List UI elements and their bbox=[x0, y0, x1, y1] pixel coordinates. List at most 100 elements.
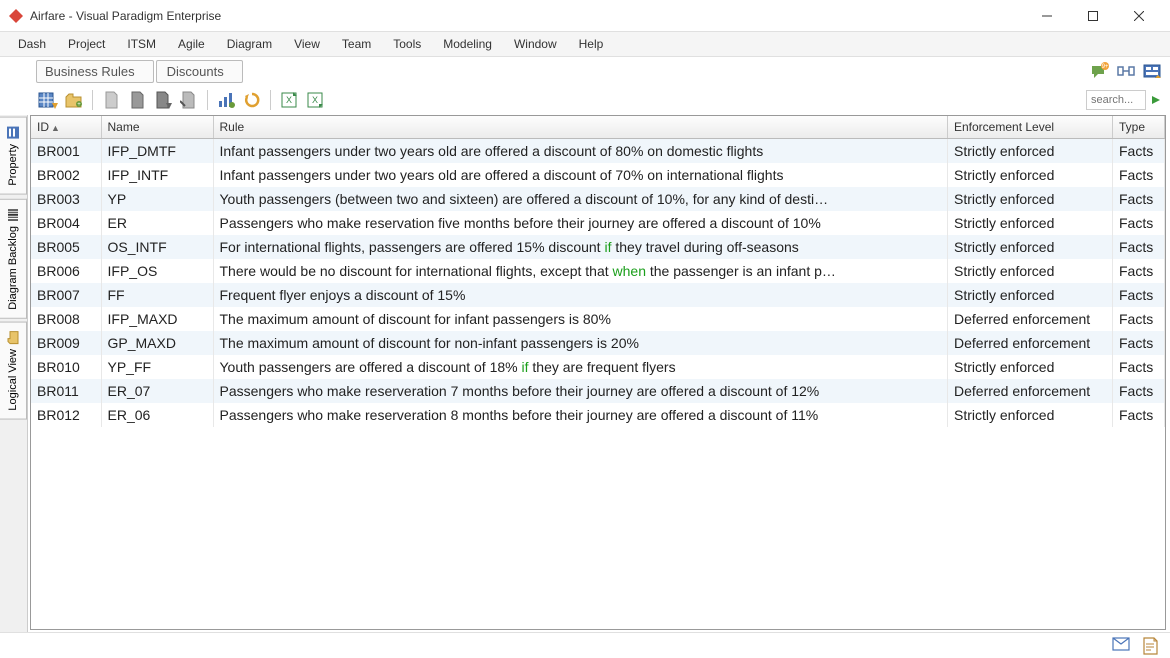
cell: Facts bbox=[1113, 403, 1165, 427]
table-row[interactable]: BR011ER_07Passengers who make reserverat… bbox=[31, 379, 1165, 403]
menu-dash[interactable]: Dash bbox=[18, 33, 68, 55]
table-area: ID▲ Name Rule Enforcement Level Type BR0… bbox=[30, 115, 1166, 630]
cell: BR005 bbox=[31, 235, 101, 259]
menu-team[interactable]: Team bbox=[342, 33, 393, 55]
sidebar-tab-logical-view[interactable]: Logical View bbox=[0, 322, 27, 420]
barcode-icon bbox=[6, 208, 20, 222]
menu-view[interactable]: View bbox=[294, 33, 342, 55]
note-icon[interactable] bbox=[1142, 637, 1160, 655]
breadcrumb-root[interactable]: Business Rules bbox=[36, 60, 154, 83]
menu-itsm[interactable]: ITSM bbox=[127, 33, 178, 55]
cell: Deferred enforcement bbox=[948, 331, 1113, 355]
sidebar: Property Diagram Backlog Logical View bbox=[0, 115, 28, 632]
cell: BR009 bbox=[31, 331, 101, 355]
cell: BR012 bbox=[31, 403, 101, 427]
cell: Strictly enforced bbox=[948, 283, 1113, 307]
col-name[interactable]: Name bbox=[101, 116, 213, 139]
svg-text:X: X bbox=[312, 95, 318, 105]
menu-window[interactable]: Window bbox=[514, 33, 579, 55]
table-row[interactable]: BR006IFP_OSThere would be no discount fo… bbox=[31, 259, 1165, 283]
sidebar-label: Logical View bbox=[7, 349, 19, 411]
cell: Facts bbox=[1113, 331, 1165, 355]
window-maximize-button[interactable] bbox=[1070, 0, 1116, 32]
doc2-button[interactable] bbox=[125, 88, 149, 112]
cell: BR008 bbox=[31, 307, 101, 331]
cell: Strictly enforced bbox=[948, 139, 1113, 164]
search-box bbox=[1086, 90, 1162, 110]
cell: The maximum amount of discount for infan… bbox=[213, 307, 948, 331]
cell: BR006 bbox=[31, 259, 101, 283]
new-folder-button[interactable]: + bbox=[62, 88, 86, 112]
cell: Strictly enforced bbox=[948, 355, 1113, 379]
menu-project[interactable]: Project bbox=[68, 33, 127, 55]
cell: Facts bbox=[1113, 259, 1165, 283]
col-type[interactable]: Type bbox=[1113, 116, 1165, 139]
sidebar-tab-diagram-backlog[interactable]: Diagram Backlog bbox=[0, 199, 27, 319]
cell: BR003 bbox=[31, 187, 101, 211]
cell: Passengers who make reserveration 8 mont… bbox=[213, 403, 948, 427]
cell: Strictly enforced bbox=[948, 211, 1113, 235]
switch-view-icon[interactable] bbox=[1142, 61, 1162, 81]
cell: There would be no discount for internati… bbox=[213, 259, 948, 283]
menu-help[interactable]: Help bbox=[579, 33, 626, 55]
col-id[interactable]: ID▲ bbox=[31, 116, 101, 139]
cell: Infant passengers under two years old ar… bbox=[213, 139, 948, 164]
table-row[interactable]: BR005OS_INTFFor international flights, p… bbox=[31, 235, 1165, 259]
excel-export-button[interactable]: X bbox=[303, 88, 327, 112]
layout-icon[interactable] bbox=[1116, 61, 1136, 81]
excel-import-button[interactable]: X bbox=[277, 88, 301, 112]
window-title: Airfare - Visual Paradigm Enterprise bbox=[30, 9, 1024, 23]
cell: YP bbox=[101, 187, 213, 211]
toolbar: + X X bbox=[36, 88, 1086, 112]
menu-tools[interactable]: Tools bbox=[393, 33, 443, 55]
table-row[interactable]: BR004ERPassengers who make reservation f… bbox=[31, 211, 1165, 235]
table-row[interactable]: BR003YPYouth passengers (between two and… bbox=[31, 187, 1165, 211]
search-input[interactable] bbox=[1086, 90, 1146, 110]
cell: FF bbox=[101, 283, 213, 307]
cell: ER_06 bbox=[101, 403, 213, 427]
table-row[interactable]: BR007FFFrequent flyer enjoys a discount … bbox=[31, 283, 1165, 307]
table-row[interactable]: BR009GP_MAXDThe maximum amount of discou… bbox=[31, 331, 1165, 355]
menu-diagram[interactable]: Diagram bbox=[227, 33, 294, 55]
breadcrumb: Business Rules Discounts bbox=[36, 60, 1090, 83]
cell: Facts bbox=[1113, 139, 1165, 164]
new-grid-button[interactable] bbox=[36, 88, 60, 112]
menu-modeling[interactable]: Modeling bbox=[443, 33, 514, 55]
menu-agile[interactable]: Agile bbox=[178, 33, 227, 55]
search-go-icon[interactable] bbox=[1150, 94, 1162, 106]
sort-asc-icon: ▲ bbox=[51, 123, 60, 133]
doc1-button[interactable] bbox=[99, 88, 123, 112]
cell: Strictly enforced bbox=[948, 403, 1113, 427]
table-row[interactable]: BR012ER_06Passengers who make reserverat… bbox=[31, 403, 1165, 427]
chart-button[interactable] bbox=[214, 88, 238, 112]
cell: Passengers who make reserveration 7 mont… bbox=[213, 379, 948, 403]
titlebar: Airfare - Visual Paradigm Enterprise bbox=[0, 0, 1170, 32]
cell: OS_INTF bbox=[101, 235, 213, 259]
table-row[interactable]: BR008IFP_MAXDThe maximum amount of disco… bbox=[31, 307, 1165, 331]
doc4-button[interactable] bbox=[177, 88, 201, 112]
table-row[interactable]: BR001IFP_DMTFInfant passengers under two… bbox=[31, 139, 1165, 164]
rules-table: ID▲ Name Rule Enforcement Level Type BR0… bbox=[31, 116, 1165, 427]
cell: Facts bbox=[1113, 379, 1165, 403]
cell: BR001 bbox=[31, 139, 101, 164]
maximize-icon bbox=[1088, 11, 1098, 21]
doc3-button[interactable] bbox=[151, 88, 175, 112]
cell: IFP_INTF bbox=[101, 163, 213, 187]
col-enforcement[interactable]: Enforcement Level bbox=[948, 116, 1113, 139]
refresh-button[interactable] bbox=[240, 88, 264, 112]
window-close-button[interactable] bbox=[1116, 0, 1162, 32]
cell: Facts bbox=[1113, 283, 1165, 307]
cell: ER_07 bbox=[101, 379, 213, 403]
sidebar-label: Property bbox=[7, 144, 19, 186]
cell: Youth passengers are offered a discount … bbox=[213, 355, 948, 379]
table-row[interactable]: BR010YP_FFYouth passengers are offered a… bbox=[31, 355, 1165, 379]
breadcrumb-current[interactable]: Discounts bbox=[156, 60, 243, 83]
table-row[interactable]: BR002IFP_INTFInfant passengers under two… bbox=[31, 163, 1165, 187]
mail-icon[interactable] bbox=[1112, 637, 1130, 655]
col-rule[interactable]: Rule bbox=[213, 116, 948, 139]
post-icon[interactable]: 9+ bbox=[1090, 61, 1110, 81]
cell: Infant passengers under two years old ar… bbox=[213, 163, 948, 187]
cell: BR011 bbox=[31, 379, 101, 403]
sidebar-tab-property[interactable]: Property bbox=[0, 117, 27, 195]
window-minimize-button[interactable] bbox=[1024, 0, 1070, 32]
